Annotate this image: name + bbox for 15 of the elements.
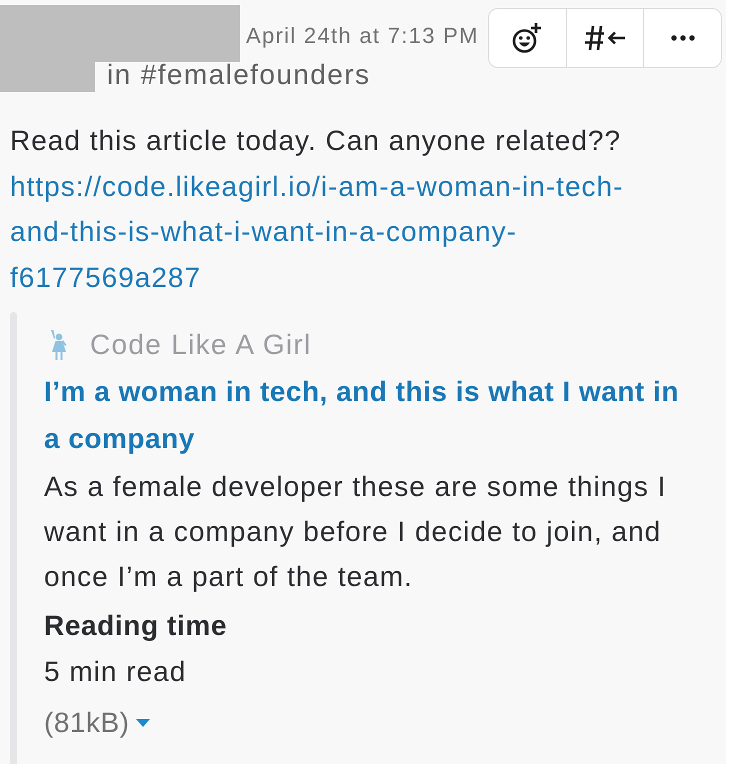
smiley-plus-icon xyxy=(512,22,542,54)
hash-arrow-icon xyxy=(584,25,626,51)
field-value: 5 min read xyxy=(44,655,186,689)
more-icon xyxy=(670,35,695,41)
caret-icon[interactable] xyxy=(136,718,150,726)
person-icon xyxy=(50,330,67,360)
file-size: (81kB) xyxy=(44,706,130,740)
timestamp[interactable]: April 24th at 7:13 PM xyxy=(246,22,479,50)
channel-label[interactable]: in #femalefounders xyxy=(107,60,370,90)
message-link[interactable]: https://code.likeagirl.io/i-am-a-woman-in-tech-and-this-is-what-i-want-in-a-company-f6177569a287 xyxy=(10,164,660,300)
field-title: Reading time xyxy=(44,609,228,643)
message-text: Read this article today. Can anyone related?? xyxy=(10,124,622,158)
attachment-description: As a female developer these are some things I want in a company before I decide to join, and once I’m a part of the team. xyxy=(44,470,668,594)
attachment-title-link[interactable]: I’m a woman in tech, and this is what I want in a company xyxy=(44,368,692,462)
service-name: Code Like A Girl xyxy=(90,328,312,362)
